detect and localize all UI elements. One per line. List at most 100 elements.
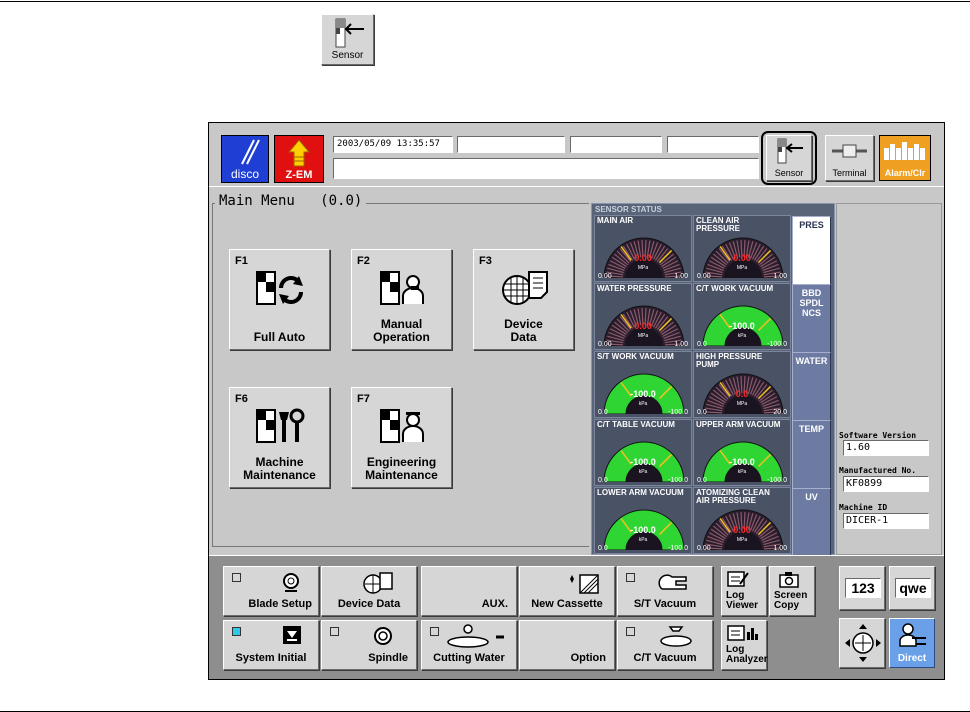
device-data-bottom-button[interactable]: Device Data	[321, 566, 417, 616]
system-initial-indicator	[232, 627, 241, 636]
log-analyzer-button[interactable]: Log Analyzer	[721, 620, 768, 670]
sensor-icon	[777, 138, 803, 164]
gauge-min: 0.0	[697, 341, 707, 348]
gauge-cell: MAIN AIR 0.00 MPa 0.00 1.00	[594, 215, 692, 282]
log-viewer-button[interactable]: Log Viewer	[721, 566, 767, 616]
gauge-value: 0.00	[634, 321, 652, 331]
sensor-status-panel: SENSOR STATUS MAIN AIR 0.00 MPa 0.00 1.0…	[591, 203, 835, 558]
blade-setup-indicator	[232, 573, 241, 582]
new-cassette-button[interactable]: New Cassette	[519, 566, 615, 616]
f2-manual-operation-button[interactable]: F2 Manual Operation	[351, 249, 452, 350]
spindle-indicator	[330, 627, 339, 636]
gauge-value: -100.0	[630, 389, 656, 399]
ct-vacuum-icon	[660, 626, 692, 647]
up-arrow-icon	[287, 139, 311, 167]
sensor-callout-label: Sensor	[331, 50, 364, 61]
sensor-status-title: SENSOR STATUS	[595, 205, 662, 214]
numeric-keypad-button[interactable]: 123	[839, 566, 885, 610]
terminal-button[interactable]: Terminal	[825, 135, 874, 181]
system-initial-icon	[283, 626, 301, 644]
manufactured-value: KF0899	[843, 476, 929, 492]
sensor-icon-callout: Sensor	[321, 14, 374, 65]
ct-vacuum-button[interactable]: C/T Vacuum	[617, 620, 713, 670]
option-button[interactable]: Option	[519, 620, 615, 670]
blade-setup-button[interactable]: Blade Setup	[223, 566, 319, 616]
machine-maintenance-icon	[255, 408, 304, 443]
gauge-value: -100.0	[630, 525, 656, 535]
device-data-icon	[501, 271, 548, 305]
f3-device-data-button[interactable]: F3 Device Data	[473, 249, 574, 350]
gauge-value: 0.00	[733, 525, 751, 535]
sensor-button[interactable]: Sensor	[766, 135, 812, 181]
main-menu-title: Main Menu (0.0)	[215, 193, 367, 209]
navigation-button[interactable]	[839, 618, 885, 668]
gauge-max: 1.00	[773, 273, 787, 280]
spindle-icon	[374, 627, 392, 645]
f1-full-auto-button[interactable]: F1 Full Auto	[229, 249, 330, 350]
gauge-unit: kPa	[638, 537, 648, 543]
st-vacuum-indicator	[626, 573, 635, 582]
gauge-min: 0.00	[697, 273, 711, 280]
gauge-min: 0.0	[598, 545, 608, 552]
gauge-value: -100.0	[729, 321, 755, 331]
gauge-cell: ATOMIZING CLEAN AIR PRESSURE 0.00 MPa 0.…	[693, 487, 791, 554]
sensor-icon	[335, 18, 364, 48]
gauge-max: -100.0	[767, 341, 787, 348]
vacuum-icon	[658, 574, 687, 590]
gauge-max: -100.0	[668, 409, 688, 416]
gauge-min: 0.00	[697, 545, 711, 552]
machine-id-label: Machine ID	[839, 503, 888, 512]
cutting-water-button[interactable]: Cutting Water	[421, 620, 517, 670]
software-version-label: Software Version	[839, 431, 917, 440]
machine-id-value: DICER-1	[843, 513, 929, 529]
sensor-tab[interactable]: UV	[792, 488, 831, 558]
top-rule	[0, 1, 970, 2]
f7-engineering-maintenance-button[interactable]: F7 Engineering Maintenance	[351, 387, 452, 488]
gauge-max: 1.00	[773, 545, 787, 552]
gauge-cell: CLEAN AIR PRESSURE 0.00 MPa 0.00 1.00	[693, 215, 791, 282]
blade-icon	[283, 573, 299, 592]
gauge-cell: WATER PRESSURE 0.00 MPa 0.00 1.00	[594, 283, 692, 350]
gauge-label: LOWER ARM VACUUM	[597, 488, 684, 497]
alarm-clear-button[interactable]: Alarm/Clr	[879, 135, 931, 181]
gauge-value: -100.0	[630, 457, 656, 467]
gauge-unit: MPa	[637, 333, 649, 339]
sensor-tab[interactable]: PRES	[792, 216, 831, 286]
gauge-max: 1.00	[674, 273, 688, 280]
navigation-arrows-icon	[845, 624, 881, 662]
message-field	[333, 158, 759, 179]
gauge-min: 0.00	[598, 341, 612, 348]
gauge-max: 1.00	[674, 341, 688, 348]
gauge-label: CLEAN AIR PRESSURE	[696, 216, 741, 233]
sensor-tab[interactable]: WATER	[792, 352, 831, 422]
engineering-maintenance-icon	[379, 409, 424, 443]
gauge-unit: kPa	[638, 469, 648, 475]
gauge-min: 0.0	[697, 477, 707, 484]
system-initial-button[interactable]: System Initial	[223, 620, 319, 670]
sensor-tab[interactable]: TEMP	[792, 420, 831, 490]
st-vacuum-button[interactable]: S/T Vacuum	[617, 566, 713, 616]
datetime-display: 2003/05/09 13:35:57	[333, 136, 453, 153]
gauge-max: 20.0	[773, 409, 787, 416]
gauge-cell: C/T WORK VACUUM -100.0 kPa 0.0 -100.0	[693, 283, 791, 350]
gauge-unit: MPa	[736, 401, 748, 407]
direct-button[interactable]: Direct	[889, 618, 935, 668]
text-keypad-button[interactable]: qwe	[889, 566, 935, 610]
gauge-label: ATOMIZING CLEAN AIR PRESSURE	[696, 488, 770, 505]
f6-machine-maintenance-button[interactable]: F6 Machine Maintenance	[229, 387, 330, 488]
bottom-toolbar: Blade Setup Device Data AUX. New Cassett…	[209, 555, 944, 679]
gauge-cell: UPPER ARM VACUUM -100.0 kPa 0.0 -100.0	[693, 419, 791, 486]
gauge-label: HIGH PRESSURE PUMP	[696, 352, 763, 369]
zem-logo: Z-EM	[274, 135, 324, 183]
disco-logo: disco	[221, 135, 269, 183]
gauge-label: WATER PRESSURE	[597, 284, 672, 293]
direct-operator-icon	[899, 623, 926, 647]
spindle-button[interactable]: Spindle	[321, 620, 417, 670]
screen-copy-button[interactable]: Screen Copy	[769, 566, 815, 616]
gauge-cell: LOWER ARM VACUUM -100.0 kPa 0.0 -100.0	[594, 487, 692, 554]
status-field-2	[570, 136, 662, 153]
sensor-tab[interactable]: BBD SPDL NCS	[792, 284, 831, 354]
aux-button[interactable]: AUX.	[421, 566, 517, 616]
cutting-water-icon	[447, 624, 504, 648]
gauge-min: 0.0	[598, 477, 608, 484]
